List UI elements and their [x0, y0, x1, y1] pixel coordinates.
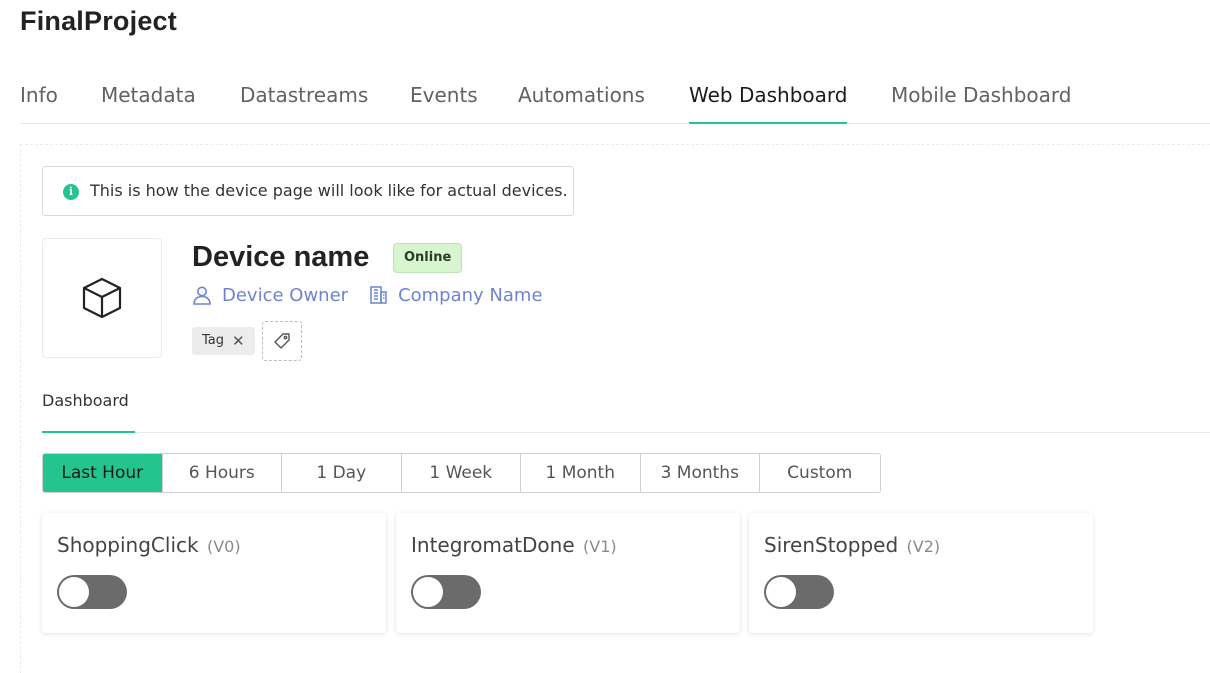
toggle-switch[interactable] — [411, 575, 481, 609]
toggle-knob — [413, 577, 443, 607]
tab-web-dashboard[interactable]: Web Dashboard — [689, 80, 848, 124]
widget-title: ShoppingClick (V0) — [57, 533, 241, 557]
toggle-switch[interactable] — [764, 575, 834, 609]
switch-widget-shoppingclick: ShoppingClick (V0) — [42, 513, 386, 633]
tag-label: Tag — [202, 333, 225, 348]
widget-name: ShoppingClick — [57, 533, 199, 557]
tag-icon — [274, 333, 290, 349]
range-1-week-button[interactable]: 1 Week — [401, 454, 521, 492]
status-badge: Online — [393, 243, 463, 273]
user-icon — [192, 285, 212, 305]
notice-text: This is how the device page will look li… — [90, 181, 568, 200]
widget-name: SirenStopped — [764, 533, 899, 557]
building-icon — [368, 285, 388, 305]
toggle-switch[interactable] — [57, 575, 127, 609]
company-name-link[interactable]: Company Name — [398, 285, 542, 306]
tag-chip: Tag ✕ — [192, 327, 255, 355]
range-last-hour-button[interactable]: Last Hour — [43, 454, 163, 492]
cube-icon — [82, 277, 122, 319]
device-subtabs: Dashboard — [42, 386, 1210, 433]
range-1-day-button[interactable]: 1 Day — [282, 454, 402, 492]
widget-name: IntegromatDone — [411, 533, 575, 557]
device-owner-link[interactable]: Device Owner — [222, 285, 348, 306]
tab-automations[interactable]: Automations — [518, 80, 645, 124]
notice-box: i This is how the device page will look … — [42, 166, 574, 216]
toggle-knob — [766, 577, 796, 607]
close-icon[interactable]: ✕ — [232, 327, 245, 355]
toggle-knob — [59, 577, 89, 607]
tab-metadata[interactable]: Metadata — [101, 80, 196, 124]
widget-pin: (V1) — [583, 537, 617, 556]
range-1-month-button[interactable]: 1 Month — [521, 454, 641, 492]
project-title: FinalProject — [20, 6, 177, 36]
info-icon: i — [63, 184, 79, 200]
tab-datastreams[interactable]: Datastreams — [240, 80, 368, 124]
widget-title: IntegromatDone (V1) — [411, 533, 617, 557]
range-3-months-button[interactable]: 3 Months — [640, 454, 760, 492]
switch-widget-sirenstopped: SirenStopped (V2) — [749, 513, 1093, 633]
widget-pin: (V2) — [906, 537, 941, 556]
widget-title: SirenStopped (V2) — [764, 533, 940, 557]
tab-dashboard[interactable]: Dashboard — [42, 386, 135, 433]
time-range-selector: Last Hour 6 Hours 1 Day 1 Week 1 Month 3… — [42, 453, 881, 493]
device-preview-panel: i This is how the device page will look … — [20, 144, 1210, 673]
device-image[interactable] — [42, 238, 162, 358]
range-custom-button[interactable]: Custom — [760, 454, 880, 492]
tab-mobile-dashboard[interactable]: Mobile Dashboard — [891, 80, 1071, 124]
template-tabs: Info Metadata Datastreams Events Automat… — [20, 80, 1210, 124]
device-name: Device name — [192, 241, 370, 273]
range-6-hours-button[interactable]: 6 Hours — [162, 454, 282, 492]
tab-info[interactable]: Info — [20, 80, 58, 124]
switch-widget-integromatdone: IntegromatDone (V1) — [396, 513, 740, 633]
tab-events[interactable]: Events — [410, 80, 478, 124]
add-tag-button[interactable] — [262, 321, 302, 361]
owner-row: Device Owner Company Name — [192, 283, 543, 307]
widget-pin: (V0) — [206, 537, 241, 556]
